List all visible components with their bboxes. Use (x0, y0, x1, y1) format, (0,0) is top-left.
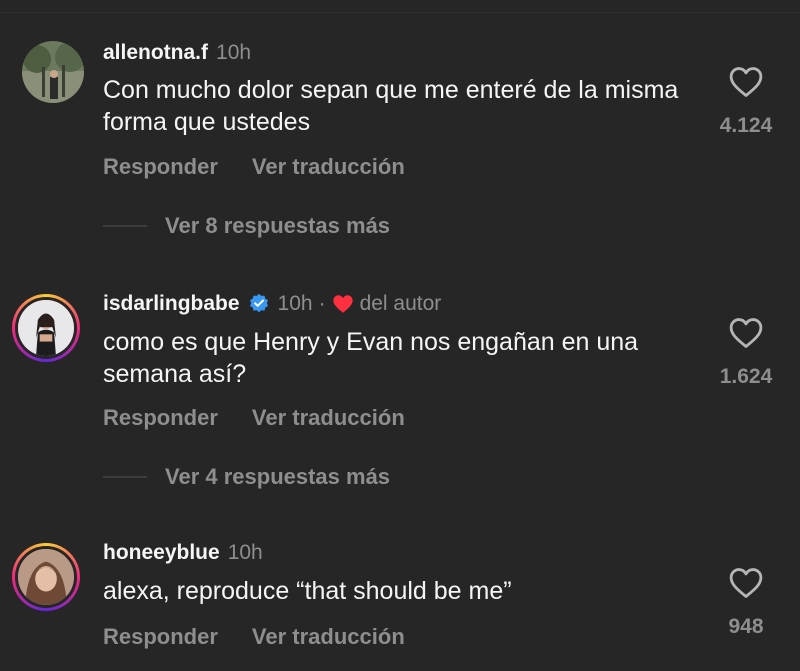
see-translation-button[interactable]: Ver traducción (252, 624, 405, 650)
comment-item: honeeyblue 10h alexa, reproduce “that sh… (0, 0, 800, 671)
like-control: 948 (706, 567, 786, 639)
timestamp: 10h (227, 541, 263, 564)
avatar-image-frame (15, 546, 77, 608)
avatar-image (18, 549, 74, 605)
comment-text: alexa, reproduce “that should be me” (103, 577, 512, 605)
like-count: 948 (728, 615, 764, 638)
avatar[interactable] (12, 543, 80, 611)
username[interactable]: honeeyblue (103, 541, 220, 565)
comment-actions: Responder Ver traducción (103, 624, 405, 650)
heart-outline-icon[interactable] (729, 567, 763, 599)
reply-button[interactable]: Responder (103, 624, 218, 650)
comment-header: honeeyblue 10h (103, 540, 263, 566)
